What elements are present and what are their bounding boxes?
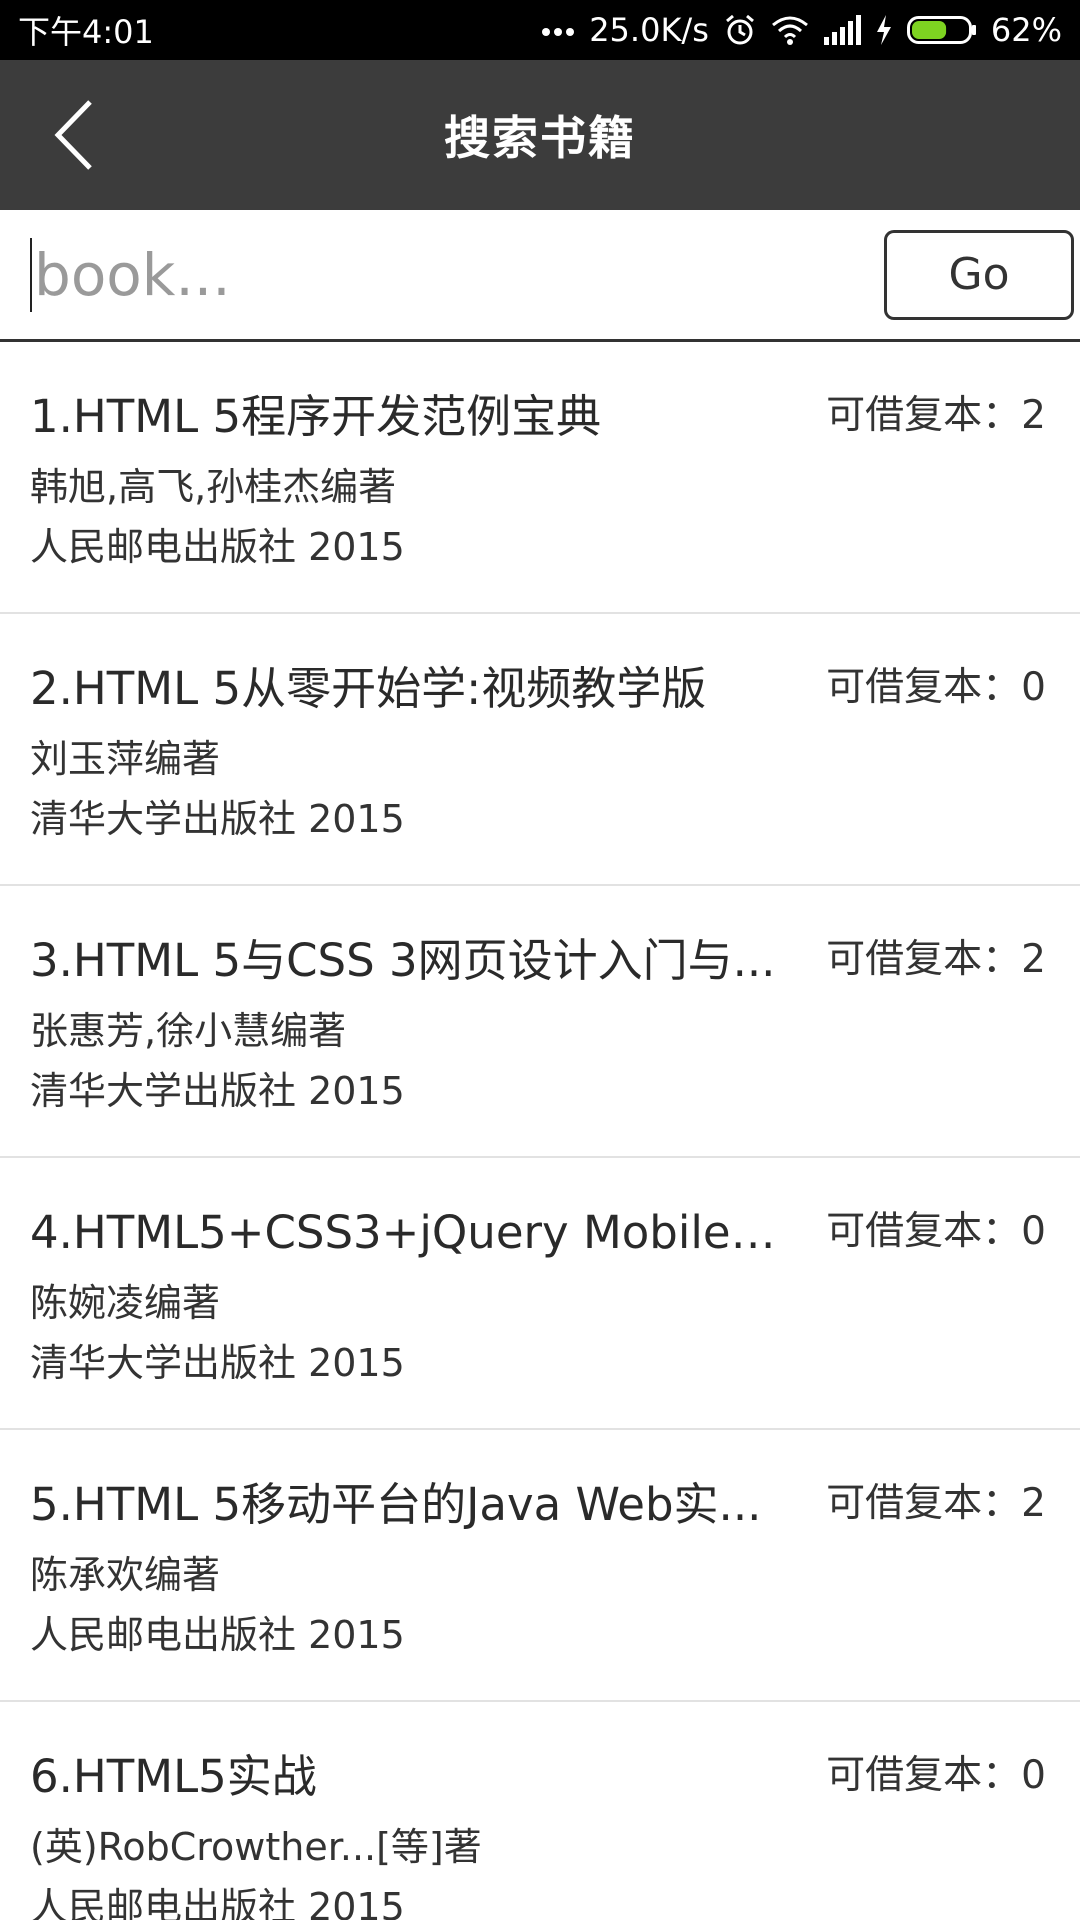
book-publisher: 清华大学出版社 2015 [30,797,405,841]
book-title: 2.HTML 5从零开始学:视频教学版 [30,661,707,715]
list-item[interactable]: 2.HTML 5从零开始学:视频教学版 可借复本：0 刘玉萍编著 清华大学出版社… [0,614,1080,886]
book-author: 刘玉萍编著 [30,737,221,781]
battery-icon [906,15,977,45]
signal-icon [823,15,861,45]
back-button[interactable] [52,60,132,210]
text-cursor [30,237,32,312]
list-item[interactable]: 5.HTML 5移动平台的Java Web实... 可借复本：2 陈承欢编著 人… [0,1430,1080,1702]
availability-count: 可借复本：0 [826,1753,1046,1798]
availability-count: 可借复本：0 [826,1209,1046,1254]
charging-icon [875,15,893,45]
status-time: 下午4:01 [18,13,154,51]
network-speed: 25.0K/s [589,11,709,49]
status-bar: 下午4:01 25.0K/s 62% [0,0,1080,60]
book-publisher: 清华大学出版社 2015 [30,1069,405,1113]
app-bar: 搜索书籍 [0,60,1080,210]
go-button[interactable]: Go [884,229,1074,320]
book-author: (英)RobCrowther...[等]著 [30,1825,482,1869]
battery-percent: 62% [990,11,1062,49]
chevron-left-icon [54,100,92,170]
search-input[interactable] [34,224,884,325]
wifi-icon [771,15,809,45]
book-publisher: 清华大学出版社 2015 [30,1341,405,1385]
book-list: 1.HTML 5程序开发范例宝典 可借复本：2 韩旭,高飞,孙桂杰编著 人民邮电… [0,342,1080,1920]
availability-count: 可借复本：2 [826,937,1046,982]
status-icons: 25.0K/s 62% [541,11,1062,49]
list-item[interactable]: 1.HTML 5程序开发范例宝典 可借复本：2 韩旭,高飞,孙桂杰编著 人民邮电… [0,342,1080,614]
list-item[interactable]: 6.HTML5实战 可借复本：0 (英)RobCrowther...[等]著 人… [0,1702,1080,1920]
book-publisher: 人民邮电出版社 2015 [30,1885,405,1920]
book-publisher: 人民邮电出版社 2015 [30,1613,405,1657]
alarm-icon [723,13,757,47]
more-dots-icon [541,24,575,36]
book-title: 5.HTML 5移动平台的Java Web实... [30,1477,762,1531]
availability-count: 可借复本：2 [826,393,1046,438]
book-title: 3.HTML 5与CSS 3网页设计入门与... [30,933,776,987]
book-title: 4.HTML5+CSS3+jQuery Mobile轻... [30,1205,780,1259]
book-author: 陈承欢编著 [30,1553,221,1597]
list-item[interactable]: 4.HTML5+CSS3+jQuery Mobile轻... 可借复本：0 陈婉… [0,1158,1080,1430]
page-title: 搜索书籍 [444,111,636,165]
search-bar: Go [0,210,1080,342]
book-author: 陈婉凌编著 [30,1281,221,1325]
book-author: 韩旭,高飞,孙桂杰编著 [30,465,397,509]
availability-count: 可借复本：0 [826,665,1046,710]
list-item[interactable]: 3.HTML 5与CSS 3网页设计入门与... 可借复本：2 张惠芳,徐小慧编… [0,886,1080,1158]
book-title: 6.HTML5实战 [30,1749,317,1803]
book-title: 1.HTML 5程序开发范例宝典 [30,389,602,443]
book-author: 张惠芳,徐小慧编著 [30,1009,347,1053]
book-publisher: 人民邮电出版社 2015 [30,525,405,569]
search-field-wrapper [30,224,884,325]
availability-count: 可借复本：2 [826,1481,1046,1526]
